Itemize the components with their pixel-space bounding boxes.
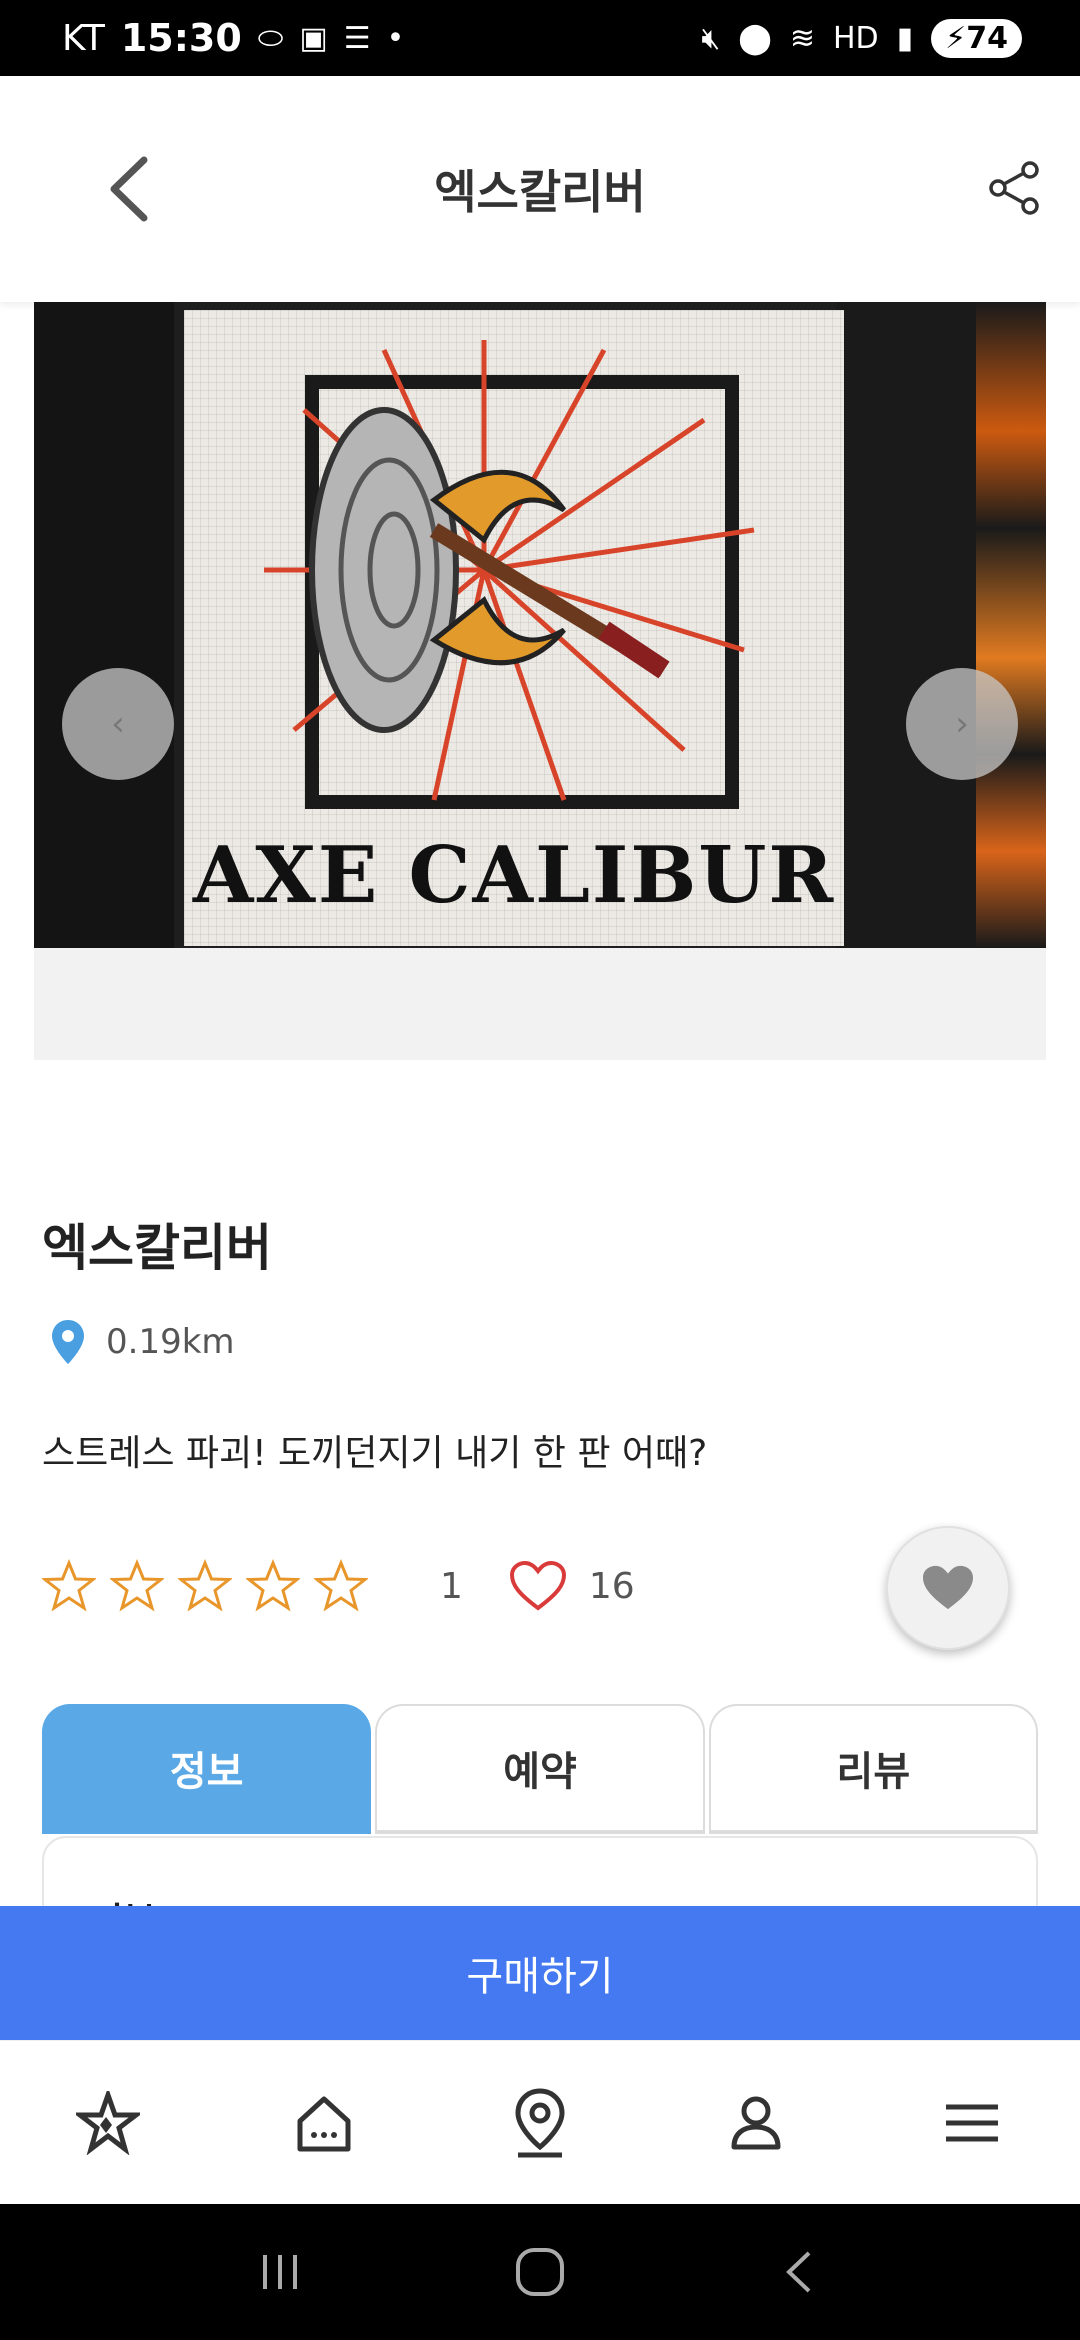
status-bar: KT 15:30 ⬭ ▣ ☰ • 🔇︎ ⬤ ≋ HD ▮ ⚡74 bbox=[0, 0, 1080, 76]
distance-row: 0.19km bbox=[50, 1318, 235, 1366]
heart-icon bbox=[923, 1565, 973, 1610]
battery-level: 74 bbox=[966, 20, 1008, 56]
home-system-button[interactable] bbox=[505, 2237, 575, 2307]
star-icon bbox=[76, 2090, 140, 2155]
star-rating bbox=[42, 1559, 368, 1613]
menu-icon bbox=[946, 2104, 998, 2141]
flame-decoration bbox=[976, 302, 1046, 948]
clock: 15:30 bbox=[120, 16, 242, 60]
tab-review[interactable]: 리뷰 bbox=[708, 1704, 1038, 1834]
system-navigation bbox=[0, 2204, 1080, 2340]
nav-menu[interactable] bbox=[932, 2083, 1012, 2163]
distance-value: 0.19km bbox=[106, 1322, 235, 1362]
dot-icon: • bbox=[386, 20, 405, 56]
back-system-button[interactable] bbox=[765, 2237, 835, 2307]
signal-icon: ▮ bbox=[896, 20, 914, 56]
chevron-left-icon: ‹ bbox=[111, 704, 125, 744]
map-pin-icon bbox=[52, 1320, 84, 1364]
tab-reservation[interactable]: 예약 bbox=[375, 1704, 705, 1834]
carousel-prev-button[interactable]: ‹ bbox=[62, 668, 174, 780]
favorite-button[interactable] bbox=[886, 1526, 1010, 1650]
app-header: 엑스칼리버 bbox=[0, 76, 1080, 302]
nav-profile[interactable] bbox=[716, 2083, 796, 2163]
notification-icon: ☰ bbox=[343, 20, 371, 56]
home-icon bbox=[297, 2096, 351, 2151]
location-icon: ⬤ bbox=[738, 20, 772, 56]
place-tagline: 스트레스 파괴! 도끼던지기 내기 한 판 어때? bbox=[42, 1433, 708, 1474]
axe-calibur-banner: AXE CALIBUR bbox=[184, 310, 844, 946]
place-name: 엑스칼리버 bbox=[42, 1219, 272, 1277]
star-icon bbox=[110, 1559, 164, 1612]
review-count: 1 bbox=[440, 1565, 463, 1607]
bottom-navigation bbox=[0, 2040, 1080, 2204]
battery-indicator: ⚡74 bbox=[931, 18, 1022, 58]
image-carousel[interactable]: AXE CALIBUR ‹ › bbox=[34, 302, 1046, 1060]
nav-home[interactable] bbox=[284, 2083, 364, 2163]
nav-featured[interactable] bbox=[68, 2083, 148, 2163]
heart-outline-icon bbox=[509, 1560, 566, 1611]
tab-info[interactable]: 정보 bbox=[42, 1704, 372, 1834]
share-icon[interactable] bbox=[986, 160, 1042, 216]
like-count: 16 bbox=[588, 1565, 635, 1607]
star-icon bbox=[42, 1559, 96, 1612]
back-icon bbox=[786, 2251, 811, 2293]
buy-button[interactable]: 구매하기 bbox=[0, 1906, 1080, 2040]
page-title: 엑스칼리버 bbox=[434, 165, 646, 219]
banner-text: AXE CALIBUR bbox=[192, 830, 836, 921]
nav-map[interactable] bbox=[500, 2083, 580, 2163]
screenshot-icon: ▣ bbox=[299, 20, 328, 56]
star-icon bbox=[246, 1559, 300, 1612]
profile-icon bbox=[731, 2096, 781, 2149]
recents-icon bbox=[263, 2255, 297, 2289]
carousel-photo: AXE CALIBUR bbox=[34, 302, 1046, 948]
chevron-right-icon: › bbox=[955, 704, 969, 744]
mute-icon: 🔇︎ bbox=[701, 20, 721, 56]
recents-button[interactable] bbox=[245, 2237, 315, 2307]
carousel-next-button[interactable]: › bbox=[906, 668, 1018, 780]
wifi-icon: ≋ bbox=[789, 20, 815, 56]
carrier-label: KT bbox=[62, 17, 105, 59]
hd-icon: HD bbox=[832, 20, 879, 56]
rating-row: 1 16 bbox=[42, 1556, 635, 1616]
app-screen: KT 15:30 ⬭ ▣ ☰ • 🔇︎ ⬤ ≋ HD ▮ ⚡74 엑스칼리버 A… bbox=[0, 0, 1080, 2340]
detail-tabs: 정보 예약 리뷰 bbox=[42, 1704, 1038, 1834]
home-circle-icon bbox=[516, 2248, 564, 2296]
star-icon bbox=[314, 1559, 368, 1612]
star-icon bbox=[178, 1559, 232, 1612]
map-pin-icon bbox=[515, 2087, 565, 2157]
pill-icon: ⬭ bbox=[257, 20, 284, 56]
